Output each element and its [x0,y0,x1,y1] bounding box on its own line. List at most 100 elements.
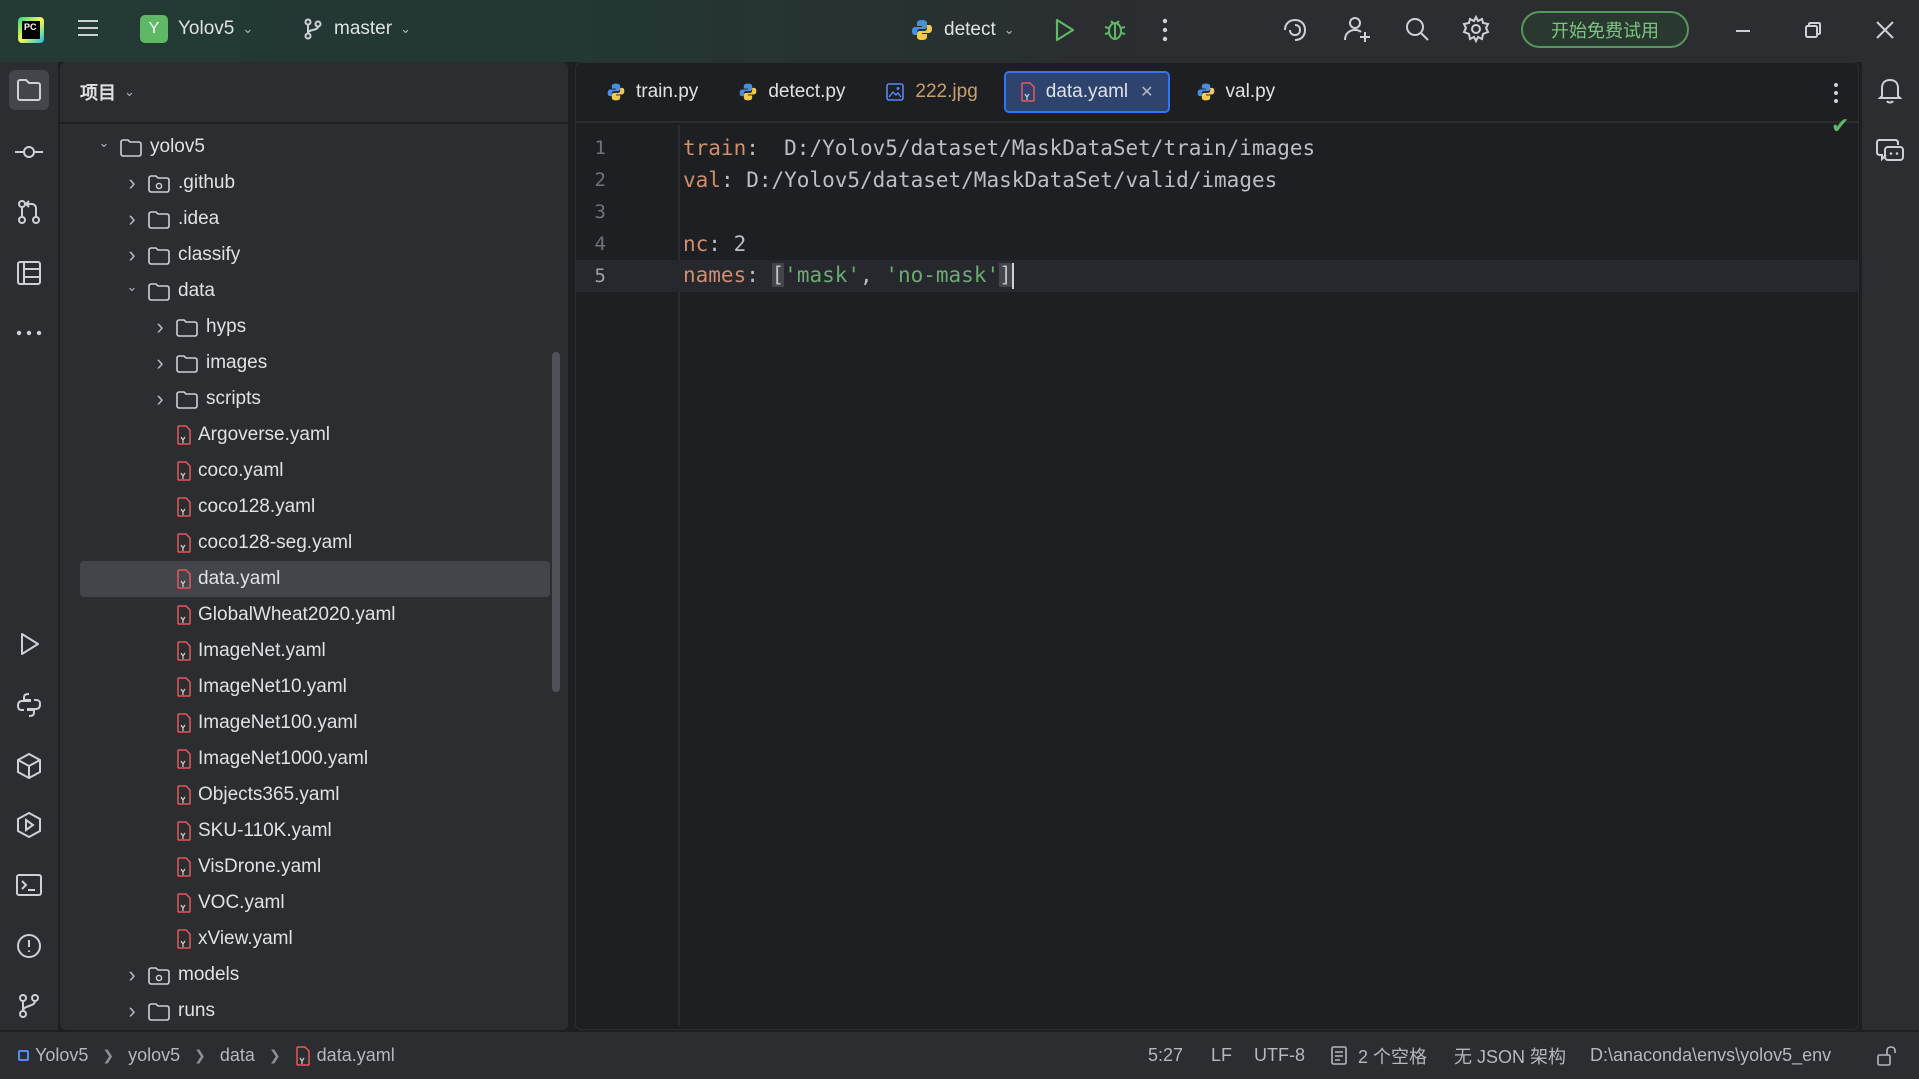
settings-button[interactable] [1462,15,1490,43]
run-button[interactable] [1052,17,1076,43]
tree-item[interactable]: ImageNet100.yaml [60,705,568,741]
python-interpreter[interactable]: D:\anaconda\envs\yolov5_env [1590,1045,1831,1066]
tab-detect-py[interactable]: detect.py [724,71,859,113]
git-tool-button[interactable] [9,986,49,1026]
code-line[interactable]: 5 names: ['mask', 'no-mask'] [576,260,1858,292]
more-tools-button[interactable] [9,313,49,353]
chevron-right-icon[interactable]: › [152,386,168,412]
project-panel-header[interactable]: 项目 ⌄ [60,62,568,122]
branch-switcher[interactable]: master ⌄ [302,18,411,40]
search-button[interactable] [1403,15,1431,43]
tree-item[interactable]: ⌄ data [60,273,568,309]
chevron-right-icon[interactable]: › [124,998,140,1024]
chevron-right-icon[interactable]: › [152,350,168,376]
chevron-right-icon[interactable]: › [124,170,140,196]
breadcrumb-item[interactable]: data [220,1045,255,1066]
pycharm-logo[interactable]: PC [18,17,44,43]
terminal-tool-button[interactable] [9,865,49,905]
chevron-right-icon[interactable]: › [152,314,168,340]
code-line[interactable]: 1 train: D:/Yolov5/dataset/MaskDataSet/tr… [576,132,1858,164]
python-console-tool-button[interactable] [9,685,49,725]
tree-item[interactable]: SKU-110K.yaml [60,813,568,849]
collaboration-button[interactable] [1342,14,1372,44]
tree-item-label: Argoverse.yaml [198,424,330,445]
problems-tool-button[interactable] [9,926,49,966]
python-packages-icon [17,752,41,780]
tree-item[interactable]: coco.yaml [60,453,568,489]
file-encoding[interactable]: UTF-8 [1254,1045,1305,1066]
debug-button[interactable] [1102,16,1128,42]
read-only-toggle[interactable] [1876,1045,1898,1067]
tree-item-label: GlobalWheat2020.yaml [198,604,396,625]
caret-position[interactable]: 5:27 [1148,1045,1183,1066]
line-number: 1 [594,137,606,159]
ai-assistant-button[interactable] [1281,16,1309,44]
tree-item[interactable]: › hyps [60,309,568,345]
indent-setting[interactable]: 2 个空格 [1330,1043,1427,1069]
tree-item[interactable]: Argoverse.yaml [60,417,568,453]
run-tool-button[interactable] [9,624,49,664]
line-separator[interactable]: LF [1211,1045,1232,1066]
python-icon [912,20,932,40]
tree-item[interactable]: › images [60,345,568,381]
tree-item[interactable]: ImageNet.yaml [60,633,568,669]
pull-requests-tool-button[interactable] [9,192,49,232]
tree-item[interactable]: data.yaml [80,561,550,597]
code-line[interactable]: 3 [576,196,1858,228]
tree-item[interactable]: › scripts [60,381,568,417]
close-window-button[interactable] [1873,18,1897,42]
tree-item[interactable]: ImageNet1000.yaml [60,741,568,777]
chevron-right-icon[interactable]: › [124,962,140,988]
tab-val-py[interactable]: val.py [1182,71,1290,113]
tree-item[interactable]: xView.yaml [60,921,568,957]
title-bar: PC Y Yolov5 ⌄ master ⌄ detect ⌄ 开始免费试用 [0,0,1919,62]
code-line[interactable]: 2 val: D:/Yolov5/dataset/MaskDataSet/vali… [576,164,1858,196]
chevron-down-icon[interactable]: ⌄ [124,279,140,295]
tree-item[interactable]: › runs [60,993,568,1029]
tab-222-jpg[interactable]: 222.jpg [871,71,991,113]
json-schema[interactable]: 无 JSON 架构 [1454,1043,1566,1069]
breadcrumb-item[interactable]: data.yaml [295,1045,395,1066]
tree-item[interactable]: VOC.yaml [60,885,568,921]
more-actions-button[interactable] [1155,17,1175,43]
tree-item[interactable]: › models [60,957,568,993]
tree-item[interactable]: › classify [60,237,568,273]
notifications-button[interactable] [1870,70,1910,110]
breadcrumb-item[interactable]: yolov5 [128,1045,180,1066]
commit-tool-button[interactable] [9,132,49,172]
tree-item[interactable]: › .github [60,165,568,201]
chevron-right-icon[interactable]: › [124,242,140,268]
chevron-down-icon[interactable]: ⌄ [96,135,112,151]
start-free-trial-button[interactable]: 开始免费试用 [1521,11,1689,48]
chevron-right-icon[interactable]: › [124,206,140,232]
chevron-right-icon: ❯ [268,1047,281,1063]
tree-item[interactable]: ⌄ yolov5 [60,129,568,165]
tree-item[interactable]: coco128.yaml [60,489,568,525]
tree-item[interactable]: Objects365.yaml [60,777,568,813]
structure-tool-button[interactable] [9,253,49,293]
project-tool-button[interactable] [9,70,49,110]
main-menu-button[interactable] [74,14,102,42]
tree-item[interactable]: ImageNet10.yaml [60,669,568,705]
minimize-button[interactable] [1732,20,1754,42]
tree-item[interactable]: › .idea [60,201,568,237]
ai-chat-button[interactable] [1870,130,1910,170]
python-packages-tool-button[interactable] [9,746,49,786]
close-tab-icon[interactable]: ✕ [1140,82,1153,102]
tab-data-yaml[interactable]: data.yaml ✕ [1003,71,1170,113]
services-tool-button[interactable] [9,805,49,845]
notifications-icon [1877,78,1903,104]
tab-options-button[interactable] [1828,80,1844,111]
tree-item-label: .github [178,172,236,193]
tab-train-py[interactable]: train.py [592,71,712,113]
tree-item[interactable]: coco128-seg.yaml [60,525,568,561]
tree-scrollbar[interactable] [552,352,560,692]
tree-item[interactable]: VisDrone.yaml [60,849,568,885]
yaml-key: val [683,168,721,192]
restore-button[interactable] [1802,19,1824,41]
tree-item[interactable]: GlobalWheat2020.yaml [60,597,568,633]
code-line[interactable]: 4 nc: 2 [576,228,1858,260]
project-switcher[interactable]: Y Yolov5 ⌄ [140,15,253,43]
run-config-selector[interactable]: detect ⌄ [910,18,1015,42]
breadcrumb-item[interactable]: Yolov5 [18,1045,88,1066]
